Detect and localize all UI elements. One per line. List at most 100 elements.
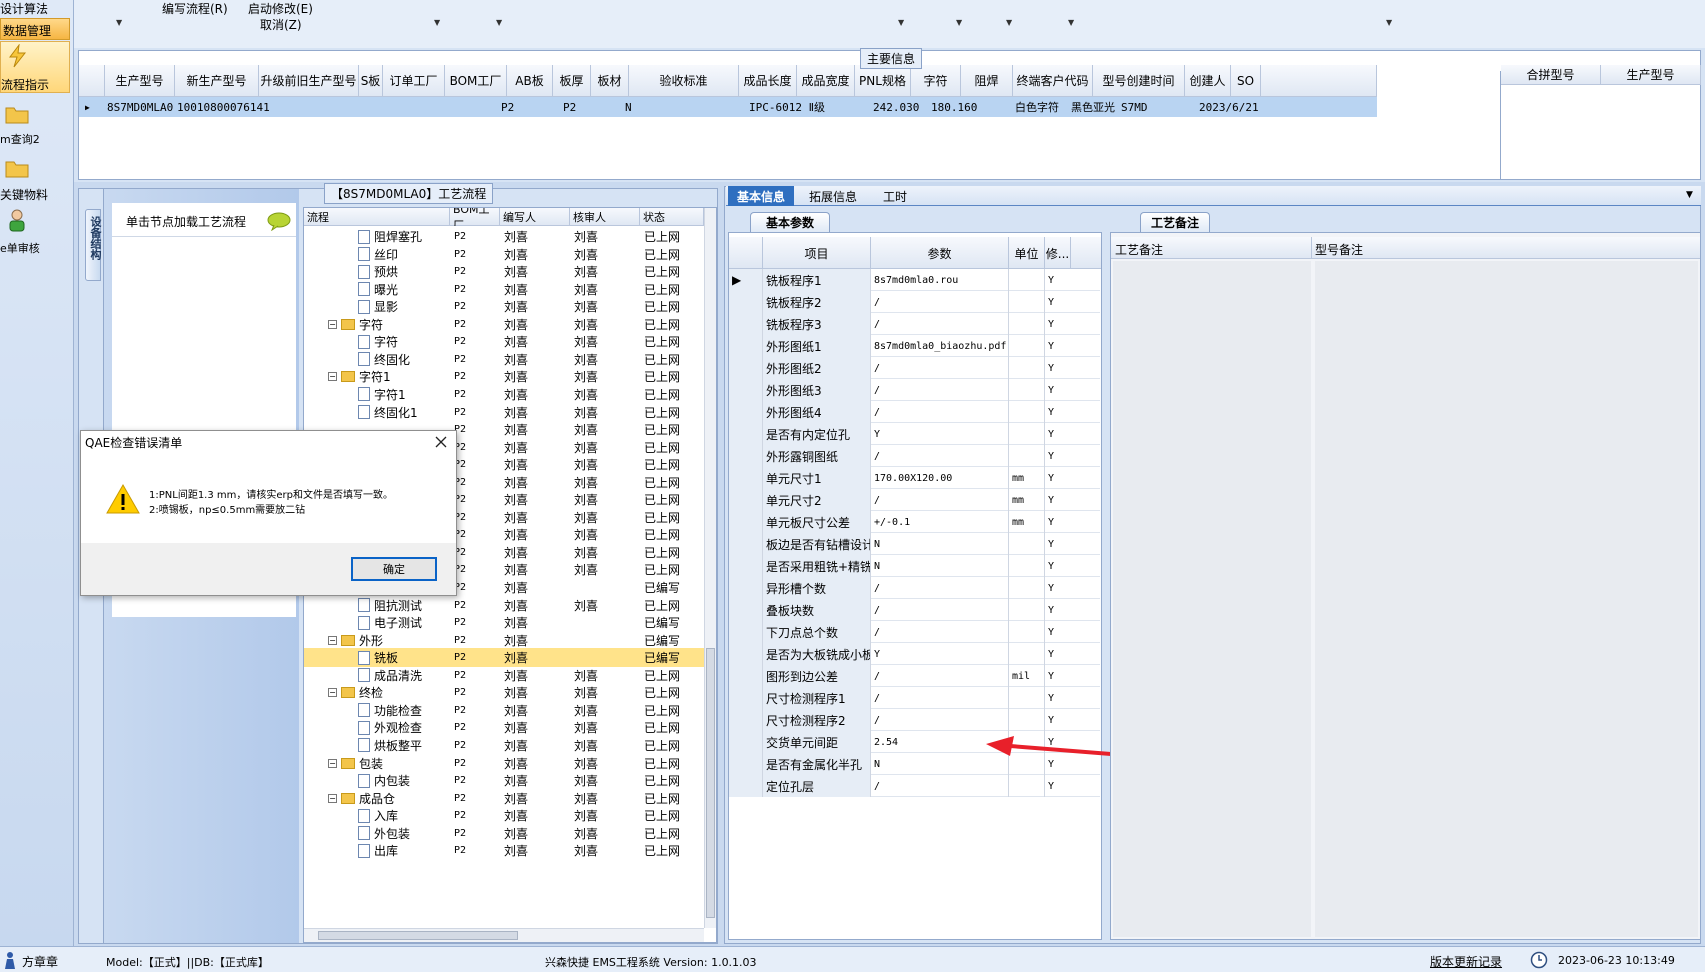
process-remark-textarea[interactable] [1113, 261, 1311, 937]
params-value[interactable]: / [871, 357, 1009, 379]
main-col-header[interactable]: PNL规格 [855, 65, 911, 97]
main-col-header[interactable]: 终端客户代码 [1013, 65, 1093, 97]
tree-collapse-icon[interactable]: − [328, 688, 337, 698]
params-row[interactable]: ▶ 铣板程序1 8s7md0mla0.rou Y [729, 269, 1100, 291]
nav-flow-guide-item[interactable]: 流程指示 [0, 41, 70, 93]
params-row[interactable]: 叠板块数 / Y [729, 599, 1100, 621]
flow-col-header[interactable]: 核审人 [570, 208, 640, 226]
flow-row[interactable]: − 终检 P2 刘喜 刘喜 已上网 [304, 683, 704, 702]
flow-row[interactable]: − 外形 P2 刘喜 已编写 [304, 631, 704, 650]
params-row[interactable]: 单元尺寸2/mm Y [729, 489, 1100, 511]
main-col-header[interactable]: SO [1231, 65, 1261, 97]
main-col-header[interactable]: 字符 [911, 65, 961, 97]
flow-row[interactable]: 字符 P2 刘喜 刘喜 已上网 [304, 332, 704, 351]
nav-single-review[interactable]: e单审核 [0, 240, 40, 256]
params-value[interactable]: / [871, 621, 1009, 643]
ok-button[interactable]: 确定 [351, 557, 437, 581]
params-value[interactable]: / [871, 775, 1009, 797]
dropdown-arrow-icon[interactable]: ▼ [496, 18, 502, 27]
flow-row[interactable]: 电子测试 P2 刘喜 已编写 [304, 613, 704, 632]
subtab-basic-params[interactable]: 基本参数 [750, 212, 830, 232]
main-col-header[interactable]: 生产型号 [105, 65, 175, 97]
params-value[interactable]: Y [871, 423, 1009, 445]
subtab-process-remarks[interactable]: 工艺备注 [1140, 212, 1210, 232]
flow-row[interactable]: 曝光 P2 刘喜 刘喜 已上网 [304, 280, 704, 299]
main-col-header[interactable]: 验收标准 [629, 65, 739, 97]
flow-row[interactable]: 烘板整平 P2 刘喜 刘喜 已上网 [304, 736, 704, 755]
params-value[interactable]: / [871, 313, 1009, 335]
flow-col-header[interactable]: 状态 [640, 208, 704, 226]
flow-hscrollbar[interactable] [304, 928, 704, 942]
params-value[interactable]: 2.54 [871, 731, 1009, 753]
params-row[interactable]: 定位孔层 / Y [729, 775, 1100, 797]
flow-row[interactable]: 终固化 P2 刘喜 刘喜 已上网 [304, 350, 704, 369]
flow-row[interactable]: 外观检查 P2 刘喜 刘喜 已上网 [304, 718, 704, 737]
main-col-header[interactable]: 成品长度 [739, 65, 797, 97]
params-value[interactable]: Y [871, 643, 1009, 665]
main-col-header[interactable]: 创建人 [1185, 65, 1231, 97]
tree-collapse-icon[interactable]: − [328, 758, 337, 768]
flow-col-header[interactable]: 编写人 [500, 208, 570, 226]
update-log-link[interactable]: 版本更新记录 [1430, 953, 1502, 970]
flow-col-header[interactable]: 流程 [304, 208, 450, 226]
params-col-header[interactable]: 单位 [1009, 237, 1045, 269]
folder-open-icon[interactable] [4, 156, 30, 180]
dropdown-arrow-icon[interactable]: ▼ [434, 18, 440, 27]
main-col-header[interactable]: 阻焊 [961, 65, 1013, 97]
flow-col-header[interactable]: BOM工厂 [450, 208, 500, 226]
params-value[interactable]: / [871, 709, 1009, 731]
params-value[interactable]: 8s7md0mla0_biaozhu.pdf [871, 335, 1009, 357]
close-icon[interactable] [434, 435, 448, 449]
params-row[interactable]: 铣板程序3/ Y [729, 313, 1100, 335]
params-row[interactable]: 外形图纸4/ Y [729, 401, 1100, 423]
tab-extended-info[interactable]: 拓展信息 [798, 186, 868, 206]
flow-row[interactable]: 预烘 P2 刘喜 刘喜 已上网 [304, 262, 704, 281]
flow-row[interactable]: 外包装 P2 刘喜 刘喜 已上网 [304, 824, 704, 843]
params-row[interactable]: 交货单元间距 2.54 Y [729, 731, 1100, 753]
flow-row[interactable]: − 字符 P2 刘喜 刘喜 已上网 [304, 315, 704, 334]
params-row[interactable]: 板边是否有钻槽设计 N Y [729, 533, 1100, 555]
main-col-header[interactable]: 升级前旧生产型号 [259, 65, 359, 97]
params-value[interactable]: / [871, 665, 1009, 687]
flow-row[interactable]: 终固化1 P2 刘喜 刘喜 已上网 [304, 403, 704, 422]
main-col-header[interactable]: 订单工厂 [383, 65, 445, 97]
params-value[interactable]: / [871, 599, 1009, 621]
flow-hscroll-thumb[interactable] [318, 931, 518, 940]
flow-row[interactable]: − 字符1 P2 刘喜 刘喜 已上网 [304, 367, 704, 386]
nav-key-materials[interactable]: 关键物料 [0, 186, 48, 203]
tab-basic-info[interactable]: 基本信息 [728, 186, 794, 206]
params-row[interactable]: 外形图纸1 8s7md0mla0_biaozhu.pdf Y [729, 335, 1100, 357]
flow-row[interactable]: 铣板 P2 刘喜 已编写 [304, 648, 704, 668]
main-data-row[interactable]: ▶ 8S7MD0MLA0 10010800076141 P2 P2 N IPC-6012 Ⅱ… [79, 97, 1377, 117]
main-col-header[interactable]: 成品宽度 [797, 65, 855, 97]
params-value[interactable]: 8s7md0mla0.rou [871, 269, 1009, 291]
flow-row[interactable]: 入库 P2 刘喜 刘喜 已上网 [304, 806, 704, 825]
params-row[interactable]: 外形图纸3/ Y [729, 379, 1100, 401]
flow-row[interactable]: 阻焊塞孔 P2 刘喜 刘喜 已上网 [304, 227, 704, 246]
params-row[interactable]: 外形图纸2/ Y [729, 357, 1100, 379]
dropdown-arrow-icon[interactable]: ▼ [898, 18, 904, 27]
params-row[interactable]: 外形露铜图纸 / Y [729, 445, 1100, 467]
params-value[interactable]: / [871, 687, 1009, 709]
params-value[interactable]: N [871, 555, 1009, 577]
nav-data-mgmt-item[interactable]: 数据管理 [0, 18, 70, 40]
tree-collapse-icon[interactable]: − [328, 793, 337, 803]
load-hint-box[interactable]: 单击节点加载工艺流程 [112, 203, 296, 237]
params-row[interactable]: 是否有金属化半孔 N Y [729, 753, 1100, 775]
params-value[interactable]: / [871, 489, 1009, 511]
main-col-header[interactable]: 板材 [591, 65, 629, 97]
flow-vscroll-thumb[interactable] [706, 648, 715, 918]
menu-edit-flow[interactable]: 编写流程(R) [162, 0, 228, 17]
flow-row[interactable]: 成品清洗 P2 刘喜 刘喜 已上网 [304, 666, 704, 685]
flow-row[interactable]: 丝印 P2 刘喜 刘喜 已上网 [304, 245, 704, 264]
params-row[interactable]: 单元尺寸1 170.00X120.00 mm Y [729, 467, 1100, 489]
main-col-header[interactable]: S板 [359, 65, 383, 97]
flow-row[interactable]: 出库 P2 刘喜 刘喜 已上网 [304, 841, 704, 860]
tree-collapse-icon[interactable]: − [328, 319, 337, 329]
params-value[interactable]: N [871, 533, 1009, 555]
main-col-header[interactable]: AB板 [507, 65, 553, 97]
params-value[interactable]: +/-0.1 [871, 511, 1009, 533]
flow-row[interactable]: 阻抗测试 P2 刘喜 刘喜 已上网 [304, 596, 704, 615]
folder-icon[interactable] [4, 102, 30, 126]
nav-design-algo[interactable]: 设计算法 [0, 0, 48, 17]
